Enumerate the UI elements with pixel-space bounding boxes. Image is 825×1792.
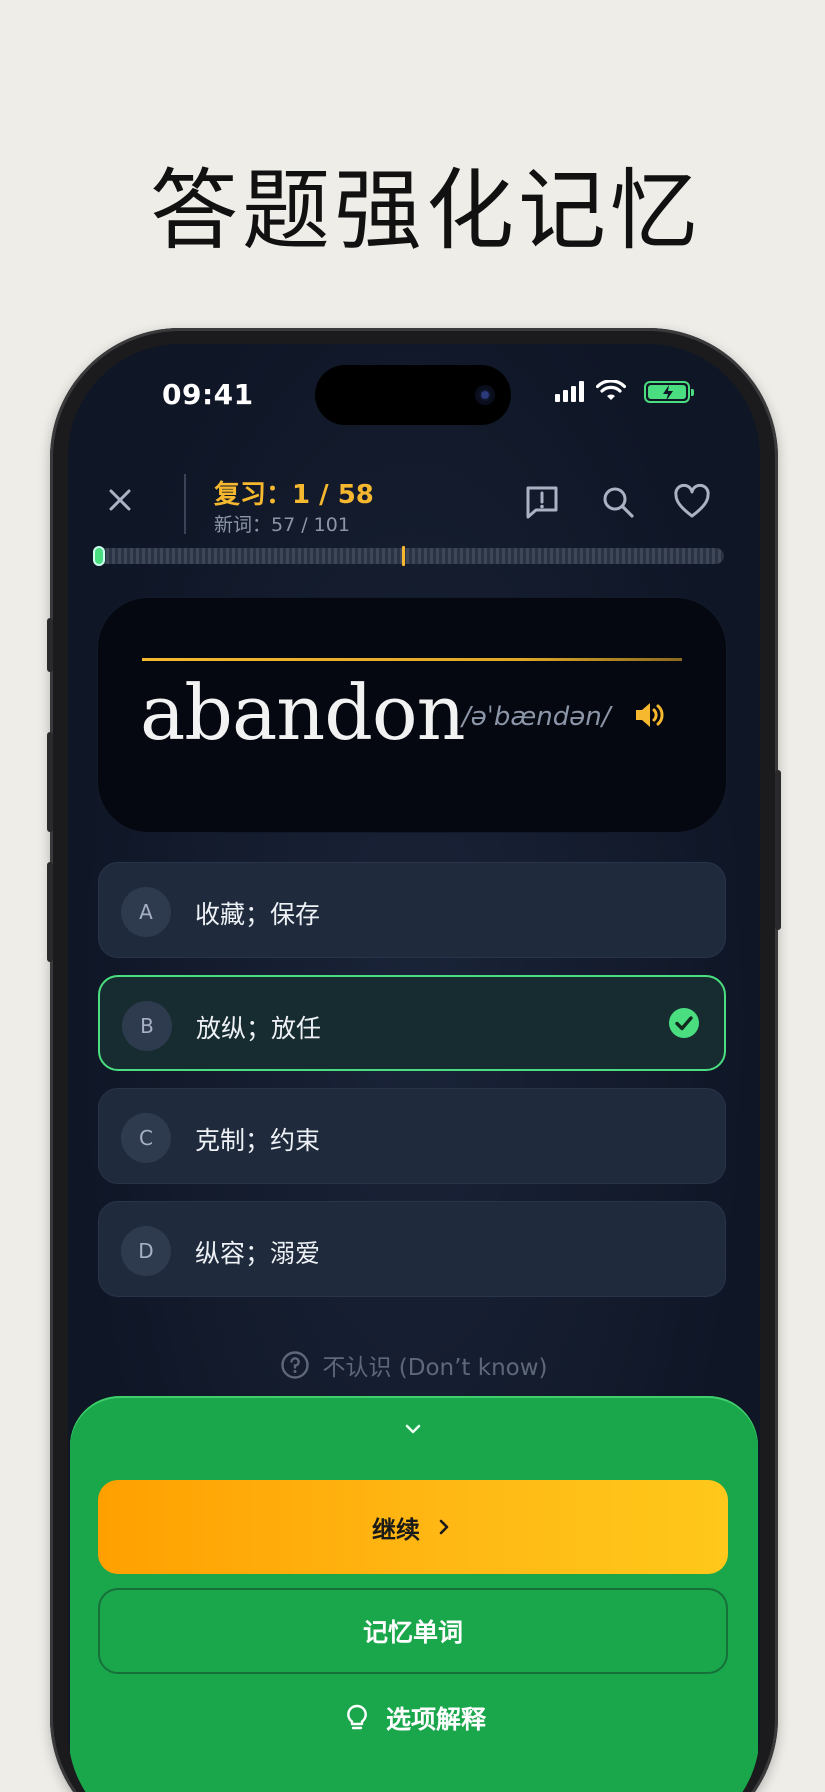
- option-letter-badge: C: [121, 1113, 171, 1163]
- progress-start-marker: [93, 546, 105, 566]
- phone-volume-up-button: [47, 732, 53, 832]
- continue-label: 继续: [372, 1515, 420, 1544]
- review-progress: 复习：1 / 58: [214, 480, 374, 510]
- option-text: 收藏；保存: [195, 900, 321, 929]
- check-circle-icon: [669, 1008, 699, 1038]
- memorize-word-button[interactable]: 记忆单词: [98, 1588, 728, 1674]
- option-a[interactable]: A 收藏；保存: [98, 862, 726, 958]
- search-icon[interactable]: [598, 482, 638, 522]
- chevron-down-icon[interactable]: [402, 1418, 424, 1440]
- chevron-right-icon: [439, 1519, 449, 1535]
- header-divider: [184, 474, 186, 534]
- result-bottom-sheet: 继续 记忆单词 选项解释: [70, 1396, 758, 1792]
- cellular-signal-icon: [555, 380, 584, 402]
- phone-volume-down-button: [47, 862, 53, 962]
- new-words-progress: 新词：57 / 101: [214, 514, 350, 536]
- quiz-word: abandon: [140, 668, 466, 757]
- option-text: 纵容；溺爱: [195, 1239, 321, 1268]
- speaker-icon[interactable]: [632, 698, 666, 732]
- option-explanation-label: 选项解释: [385, 1705, 486, 1734]
- option-text: 克制；约束: [195, 1126, 321, 1155]
- close-icon[interactable]: [102, 482, 138, 518]
- option-letter-badge: A: [121, 887, 171, 937]
- quiz-header: 复习：1 / 58 新词：57 / 101: [68, 464, 760, 544]
- phone-power-button: [775, 770, 781, 930]
- question-circle-icon: [281, 1351, 310, 1379]
- option-b[interactable]: B 放纵；放任: [98, 975, 726, 1071]
- report-icon[interactable]: [522, 482, 562, 522]
- status-time: 09:41: [162, 378, 254, 411]
- app-screen: 09:41 复习：1 / 58 新词：57 / 101 abandon /əˈb…: [68, 344, 760, 1792]
- option-d[interactable]: D 纵容；溺爱: [98, 1201, 726, 1297]
- marketing-headline: 答题强化记忆: [150, 159, 703, 262]
- wifi-icon: [596, 380, 626, 400]
- lightbulb-icon: [347, 1704, 367, 1730]
- dynamic-island: [315, 365, 511, 425]
- dont-know-button[interactable]: 不认识 (Don’t know): [68, 1348, 760, 1382]
- status-icons: [555, 380, 626, 402]
- option-letter-badge: D: [121, 1226, 171, 1276]
- option-explanation-button[interactable]: 选项解释: [70, 1700, 758, 1736]
- option-letter-badge: B: [122, 1001, 172, 1051]
- progress-current-marker: [402, 546, 405, 566]
- continue-button[interactable]: 继续: [98, 1480, 728, 1574]
- phone-action-button: [47, 618, 53, 672]
- session-progress-bar: [93, 546, 724, 566]
- word-phonetic: /əˈbændən/: [462, 702, 611, 732]
- option-c[interactable]: C 克制；约束: [98, 1088, 726, 1184]
- word-accent-line: [142, 658, 682, 661]
- camera-lens-icon: [475, 385, 495, 405]
- heart-icon[interactable]: [672, 482, 712, 522]
- dont-know-label: 不认识 (Don’t know): [322, 1355, 548, 1381]
- battery-charging-icon: [644, 381, 694, 403]
- option-text: 放纵；放任: [196, 1014, 322, 1043]
- word-card: abandon /əˈbændən/: [98, 598, 726, 832]
